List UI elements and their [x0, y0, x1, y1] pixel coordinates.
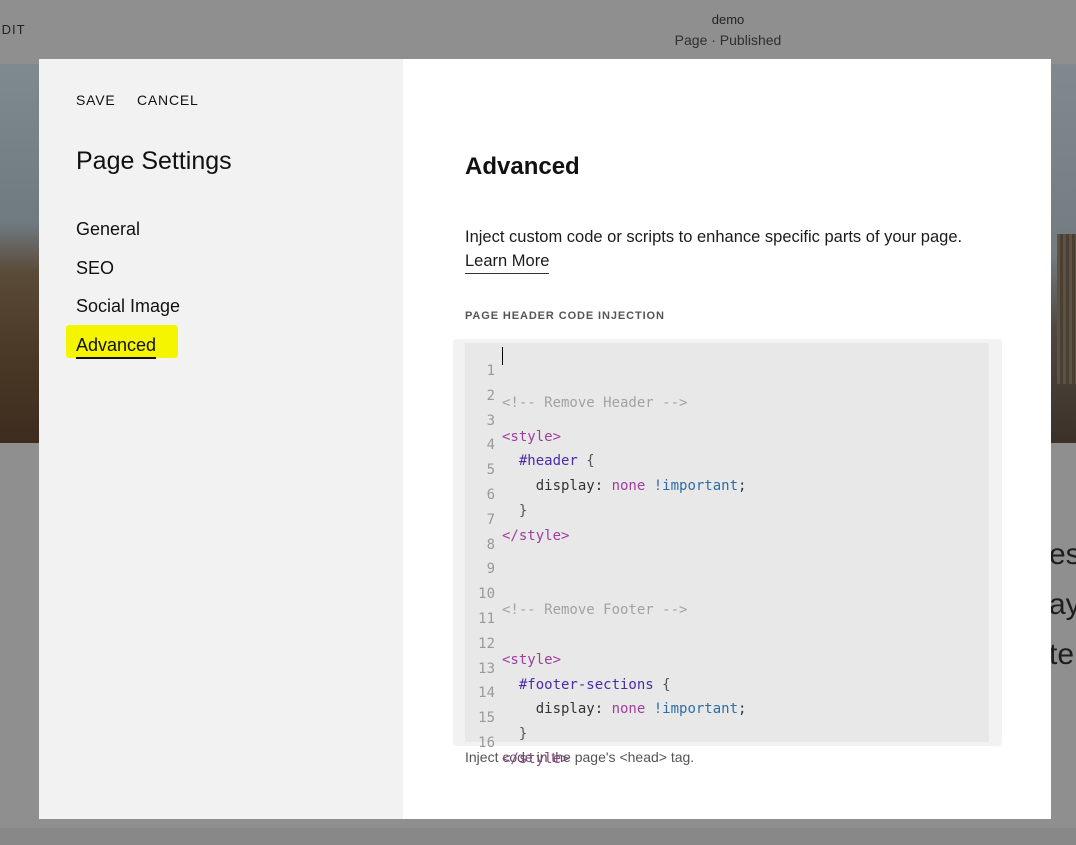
settings-content: Advanced Inject custom code or scripts t…	[403, 59, 1051, 819]
text-cursor	[502, 347, 503, 365]
code-editor: 1 <!-- Remove Header --> 2 3 <style> 4 #…	[453, 339, 1002, 767]
background-text: ay	[1049, 588, 1076, 621]
code-injection-helper: Inject code in the page's <head> tag.	[465, 749, 695, 765]
code-line: 9	[465, 545, 549, 577]
cancel-button[interactable]: CANCEL	[137, 92, 199, 108]
code-line: 15 }	[465, 694, 549, 742]
code-line: 7 </style>	[465, 496, 570, 544]
background-photo-right	[1051, 64, 1076, 443]
settings-nav: General SEO Social Image Advanced	[66, 219, 180, 374]
section-description: Inject custom code or scripts to enhance…	[465, 228, 963, 246]
page-status: Page · Published	[674, 32, 782, 48]
code-line: 13 #footer-sections {	[465, 645, 670, 693]
code-line: 10 <!-- Remove Footer -->	[465, 570, 687, 618]
nav-item-label: Advanced	[76, 335, 157, 359]
code-line: 3 <style>	[465, 397, 561, 445]
site-name: demo	[711, 12, 745, 27]
nav-item-seo[interactable]: SEO	[76, 258, 180, 297]
code-line: 6 }	[465, 471, 549, 519]
background-text: es	[1049, 538, 1076, 571]
code-line: 2	[465, 372, 549, 404]
nav-item-general[interactable]: General	[76, 219, 180, 258]
code-line: 1 <!-- Remove Header -->	[465, 347, 687, 411]
background-photo-left	[0, 64, 39, 443]
save-button[interactable]: SAVE	[76, 92, 116, 108]
editor-topbar: EDIT demo Page · Published	[0, 0, 1076, 64]
code-line: 14 display: none !important;	[465, 669, 746, 717]
page-settings-modal: SAVE CANCEL Page Settings General SEO So…	[39, 59, 1051, 819]
code-line: 11	[465, 595, 549, 627]
background-strip	[0, 828, 1076, 845]
code-line: 12 <style>	[465, 620, 561, 668]
code-editor-textarea[interactable]: 1 <!-- Remove Header --> 2 3 <style> 4 #…	[465, 343, 989, 767]
code-line: 4 #header {	[465, 421, 595, 469]
code-line: 8	[465, 521, 549, 553]
nav-item-advanced[interactable]: Advanced	[66, 324, 180, 374]
section-title: Advanced	[465, 153, 580, 180]
page-settings-title: Page Settings	[76, 147, 232, 175]
code-injection-label: PAGE HEADER CODE INJECTION	[465, 310, 665, 322]
code-line: 16 </style>	[465, 719, 569, 767]
background-text: te	[1049, 638, 1075, 671]
learn-more-link[interactable]: Learn More	[465, 249, 550, 274]
settings-sidebar: SAVE CANCEL Page Settings General SEO So…	[39, 59, 403, 819]
code-line: 5 display: none !important;	[465, 446, 747, 494]
